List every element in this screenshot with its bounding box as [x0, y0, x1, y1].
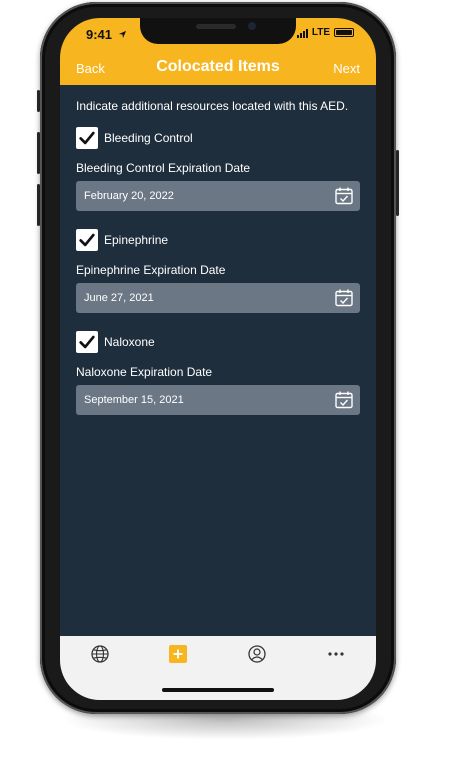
more-icon[interactable] [326, 644, 346, 664]
front-camera [248, 22, 256, 30]
bleeding-control-label: Bleeding Control [104, 131, 193, 145]
network-type: LTE [311, 27, 330, 38]
epinephrine-date-value: June 27, 2021 [84, 292, 154, 304]
bleeding-control-date-label: Bleeding Control Expiration Date [76, 161, 251, 175]
epinephrine-label: Epinephrine [104, 233, 169, 247]
home-indicator[interactable] [162, 688, 274, 692]
speaker [196, 24, 236, 29]
page-title: Colocated Items [156, 58, 280, 75]
checkmark-icon [79, 233, 95, 247]
status-indicators: LTE [296, 27, 354, 38]
battery-icon [334, 28, 354, 37]
intro-text: Indicate additional resources located wi… [76, 99, 349, 113]
app-screen: 9:41 LTE Back Colocated Items Next Indic… [60, 18, 376, 700]
add-icon[interactable] [168, 644, 188, 664]
colocated-items-form: Indicate additional resources located wi… [76, 98, 362, 431]
power-button [396, 150, 399, 216]
naloxone-date-value: September 15, 2021 [84, 394, 184, 406]
tab-bar [60, 636, 376, 700]
bleeding-control-date-field[interactable]: February 20, 2022 [76, 181, 360, 211]
bleeding-control-date-value: February 20, 2022 [84, 190, 174, 202]
next-button[interactable]: Next [333, 61, 360, 76]
bleeding-control-row[interactable]: Bleeding Control [76, 125, 362, 151]
device-mockup: 9:41 LTE Back Colocated Items Next Indic… [0, 0, 450, 777]
calendar-icon[interactable] [334, 186, 354, 206]
checkmark-icon [79, 335, 95, 349]
calendar-icon[interactable] [334, 390, 354, 410]
epinephrine-date-label: Epinephrine Expiration Date [76, 263, 226, 277]
bleeding-control-checkbox[interactable] [76, 127, 98, 149]
naloxone-row[interactable]: Naloxone [76, 329, 362, 355]
notch [140, 18, 296, 44]
location-arrow-icon [118, 30, 126, 39]
naloxone-date-field[interactable]: September 15, 2021 [76, 385, 360, 415]
user-icon[interactable] [247, 644, 267, 664]
calendar-icon[interactable] [334, 288, 354, 308]
status-time-text: 9:41 [86, 27, 113, 42]
checkmark-icon [79, 131, 95, 145]
epinephrine-checkbox[interactable] [76, 229, 98, 251]
naloxone-date-label: Naloxone Expiration Date [76, 365, 213, 379]
naloxone-label: Naloxone [104, 335, 155, 349]
epinephrine-row[interactable]: Epinephrine [76, 227, 362, 253]
naloxone-checkbox[interactable] [76, 331, 98, 353]
globe-icon[interactable] [90, 644, 110, 664]
status-time: 9:41 [86, 27, 127, 42]
signal-icon [296, 28, 308, 38]
epinephrine-date-field[interactable]: June 27, 2021 [76, 283, 360, 313]
